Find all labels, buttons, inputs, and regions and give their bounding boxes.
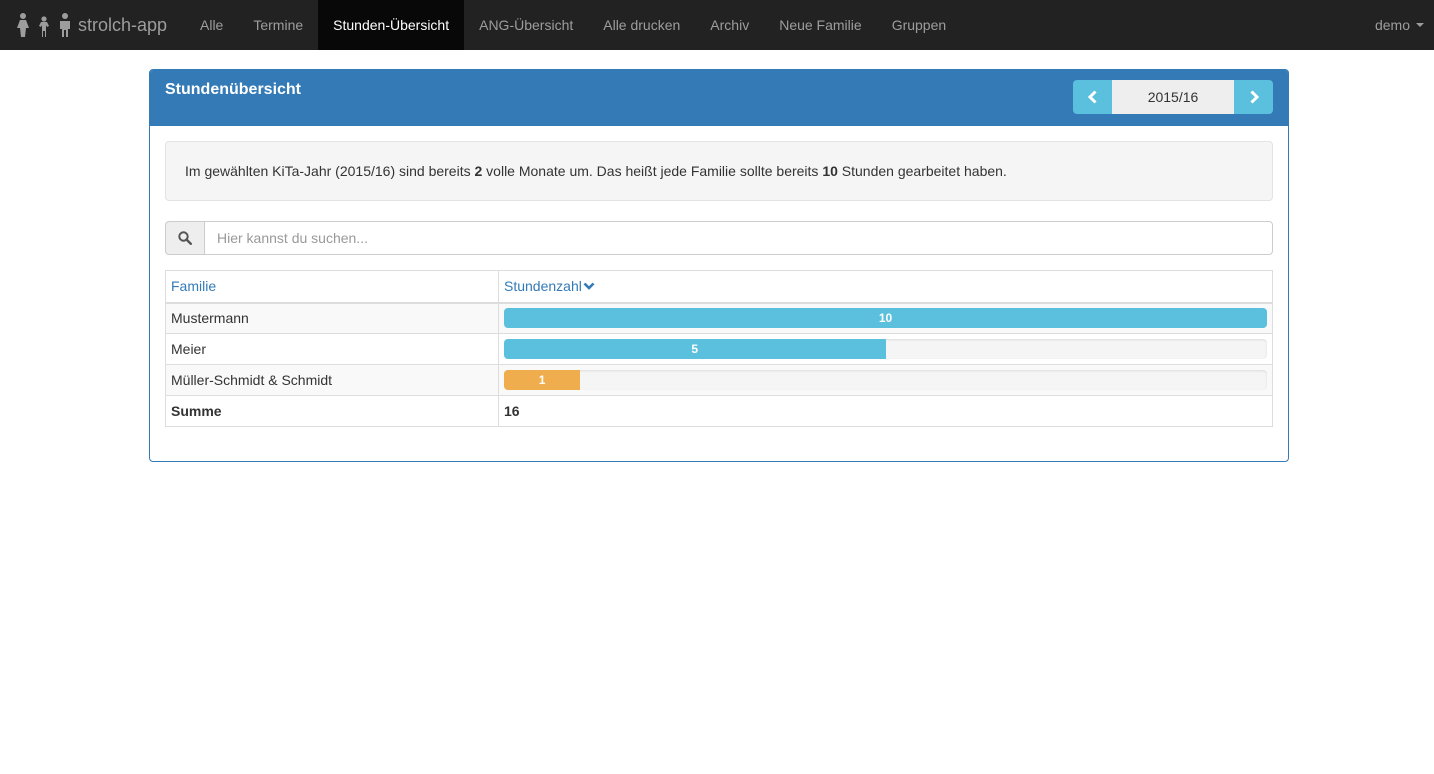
sum-row: Summe 16: [165, 395, 1273, 427]
nav-item-gruppen[interactable]: Gruppen: [877, 0, 961, 50]
search-input[interactable]: [204, 221, 1273, 255]
table-row[interactable]: Müller-Schmidt & Schmidt 1: [165, 364, 1273, 396]
nav-item-neue-familie[interactable]: Neue Familie: [764, 0, 876, 50]
search-group: [165, 221, 1273, 255]
family-name: Meier: [165, 333, 499, 365]
table-row[interactable]: Meier 5: [165, 333, 1273, 365]
info-hours-count: 10: [822, 163, 838, 179]
panel-title: Stundenübersicht: [165, 81, 302, 98]
family-logo-icon: [14, 13, 74, 37]
hours-panel: Stundenübersicht 2015/16 Im gewählten Ki…: [149, 69, 1289, 462]
nav-item-ang-uebersicht[interactable]: ANG-Übersicht: [464, 0, 588, 50]
info-text: Im gewählten KiTa-Jahr (2015/16) sind be…: [185, 163, 1007, 179]
column-header-stundenzahl[interactable]: Stundenzahl: [498, 270, 1273, 304]
family-name: Mustermann: [165, 302, 499, 334]
search-addon: [165, 221, 204, 255]
user-menu[interactable]: demo: [1375, 0, 1424, 50]
chevron-left-icon: [1087, 90, 1097, 104]
sort-chevron-down-icon: [583, 282, 595, 291]
info-text-part: Stunden gearbeitet haben.: [837, 163, 1007, 179]
table-row[interactable]: Mustermann 10: [165, 302, 1273, 334]
info-box: Im gewählten KiTa-Jahr (2015/16) sind be…: [165, 141, 1273, 201]
info-text-part: volle Monate um. Das heißt jede Familie …: [482, 163, 823, 179]
hours-cell: 10: [498, 302, 1273, 334]
nav-item-alle-drucken[interactable]: Alle drucken: [588, 0, 695, 50]
brand-name: strolch-app: [78, 14, 168, 35]
top-navbar: strolch-app Alle Termine Stunden-Übersic…: [0, 0, 1434, 50]
sum-label: Summe: [165, 395, 499, 427]
chevron-right-icon: [1249, 90, 1259, 104]
caret-down-icon: [1416, 23, 1424, 27]
hours-progress: 10: [504, 308, 1267, 329]
nav-item-termine[interactable]: Termine: [238, 0, 318, 50]
nav-item-alle[interactable]: Alle: [185, 0, 238, 50]
info-text-part: Im gewählten KiTa-Jahr (2015/16) sind be…: [185, 163, 475, 179]
sort-stundenzahl-link[interactable]: Stundenzahl: [504, 278, 595, 294]
column-header-familie[interactable]: Familie: [165, 270, 499, 304]
year-label: 2015/16: [1112, 80, 1234, 114]
previous-year-button[interactable]: [1073, 80, 1112, 114]
hours-progress: 5: [504, 339, 1267, 359]
next-year-button[interactable]: [1234, 80, 1273, 114]
hours-cell: 1: [498, 364, 1273, 396]
sum-value: 16: [498, 395, 1273, 427]
hours-progress-bar: 1: [504, 370, 581, 390]
brand[interactable]: strolch-app: [0, 0, 185, 50]
column-label: Stundenzahl: [504, 278, 582, 295]
main-nav: Alle Termine Stunden-Übersicht ANG-Übers…: [185, 0, 961, 50]
year-selector: 2015/16: [1073, 80, 1273, 114]
hours-progress: 1: [504, 370, 1267, 390]
user-name: demo: [1374, 17, 1410, 33]
hours-table: Familie Stundenzahl Mustermann 10 Meier …: [165, 270, 1273, 427]
hours-progress-bar: 10: [504, 308, 1267, 329]
hours-cell: 5: [498, 333, 1273, 365]
nav-item-stunden-uebersicht[interactable]: Stunden-Übersicht: [318, 0, 465, 50]
sort-familie-link[interactable]: Familie: [171, 278, 216, 294]
panel-body: Im gewählten KiTa-Jahr (2015/16) sind be…: [165, 141, 1273, 427]
search-icon: [178, 231, 192, 245]
hours-progress-bar: 5: [504, 339, 886, 359]
table-header-row: Familie Stundenzahl: [165, 270, 1273, 304]
panel-heading: Stundenübersicht 2015/16: [150, 70, 1288, 126]
nav-item-archiv[interactable]: Archiv: [695, 0, 764, 50]
family-name: Müller-Schmidt & Schmidt: [165, 364, 499, 396]
